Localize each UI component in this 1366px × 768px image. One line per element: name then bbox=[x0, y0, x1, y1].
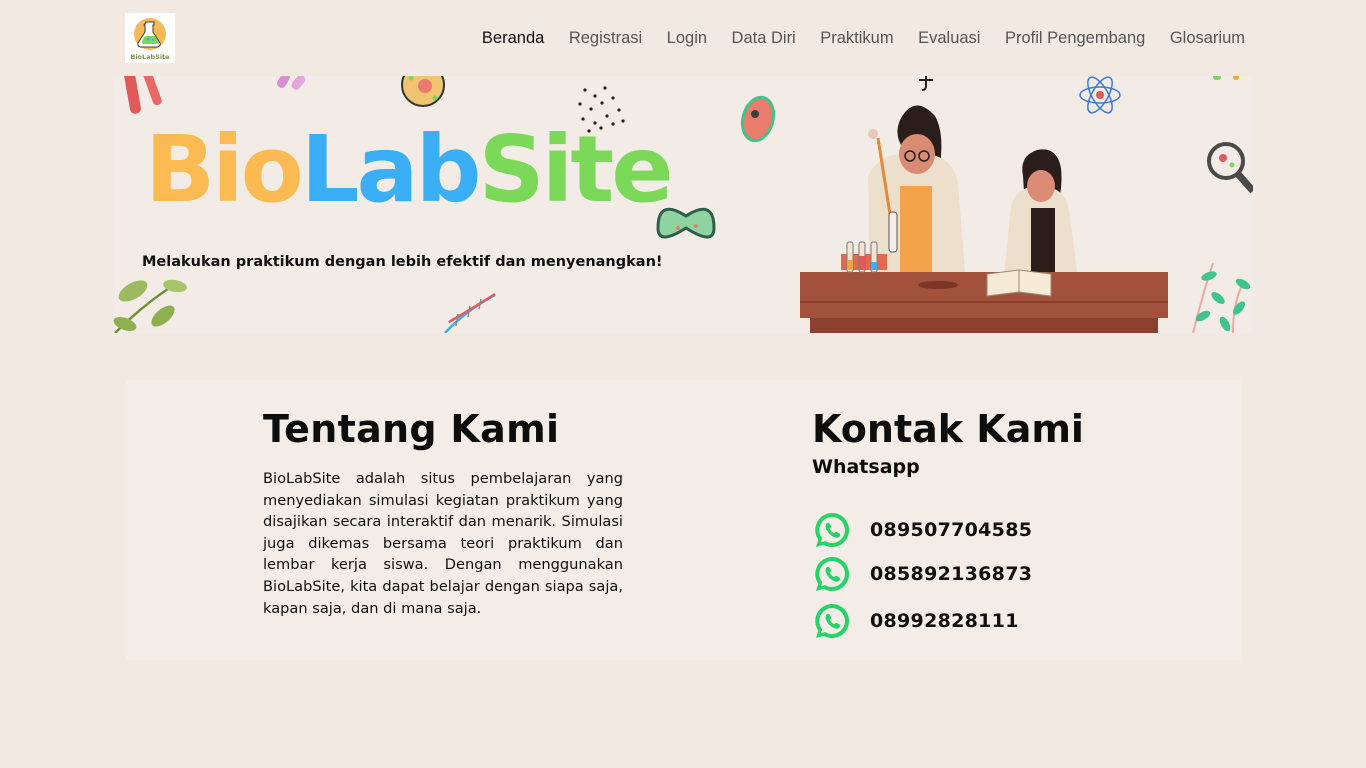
phone-number: 085892136873 bbox=[870, 563, 1033, 585]
whatsapp-icon bbox=[815, 603, 850, 638]
contact-subtitle: Whatsapp bbox=[812, 456, 920, 478]
phone-number: 08992828111 bbox=[870, 610, 1019, 632]
hero-banner: BioLabSite Melakukan praktikum dengan le… bbox=[113, 76, 1253, 333]
nav-login[interactable]: Login bbox=[667, 29, 707, 48]
whatsapp-icon bbox=[815, 512, 850, 547]
nav-glosarium[interactable]: Glosarium bbox=[1170, 29, 1245, 48]
banner-tagline: Melakukan praktikum dengan lebih efektif… bbox=[142, 254, 663, 270]
about-section: Tentang Kami BioLabSite adalah situs pem… bbox=[263, 406, 623, 619]
hero-illustration: BioLabSite Melakukan praktikum dengan le… bbox=[113, 76, 1253, 333]
brand-logo[interactable]: BioLabSite bbox=[125, 13, 175, 63]
info-section: Tentang Kami BioLabSite adalah situs pem… bbox=[126, 380, 1241, 660]
whatsapp-contact[interactable]: 08992828111 bbox=[812, 601, 1019, 641]
about-text: BioLabSite adalah situs pembelajaran yan… bbox=[263, 470, 623, 617]
whatsapp-icon bbox=[815, 556, 850, 591]
nav-registrasi[interactable]: Registrasi bbox=[569, 29, 642, 48]
main-nav: Beranda Registrasi Login Data Diri Prakt… bbox=[457, 0, 1245, 76]
nav-evaluasi[interactable]: Evaluasi bbox=[918, 29, 980, 48]
flask-logo-icon: BioLabSite bbox=[125, 13, 175, 63]
nav-beranda[interactable]: Beranda bbox=[482, 29, 544, 48]
nav-data-diri[interactable]: Data Diri bbox=[732, 29, 796, 48]
contact-title: Kontak Kami bbox=[812, 407, 1084, 451]
about-title: Tentang Kami bbox=[263, 407, 560, 451]
contact-section: Kontak Kami Whatsapp 089507704585 085892… bbox=[812, 406, 1142, 638]
nav-praktikum[interactable]: Praktikum bbox=[820, 29, 893, 48]
phone-number: 089507704585 bbox=[870, 519, 1033, 541]
banner-title: BioLabSite bbox=[145, 116, 671, 223]
nav-profil-pengembang[interactable]: Profil Pengembang bbox=[1005, 29, 1145, 48]
whatsapp-contact[interactable]: 085892136873 bbox=[812, 554, 1032, 594]
whatsapp-contact[interactable]: 089507704585 bbox=[812, 510, 1032, 550]
svg-text:BioLabSite: BioLabSite bbox=[130, 53, 170, 61]
navbar: BioLabSite Beranda Registrasi Login Data… bbox=[0, 0, 1366, 76]
